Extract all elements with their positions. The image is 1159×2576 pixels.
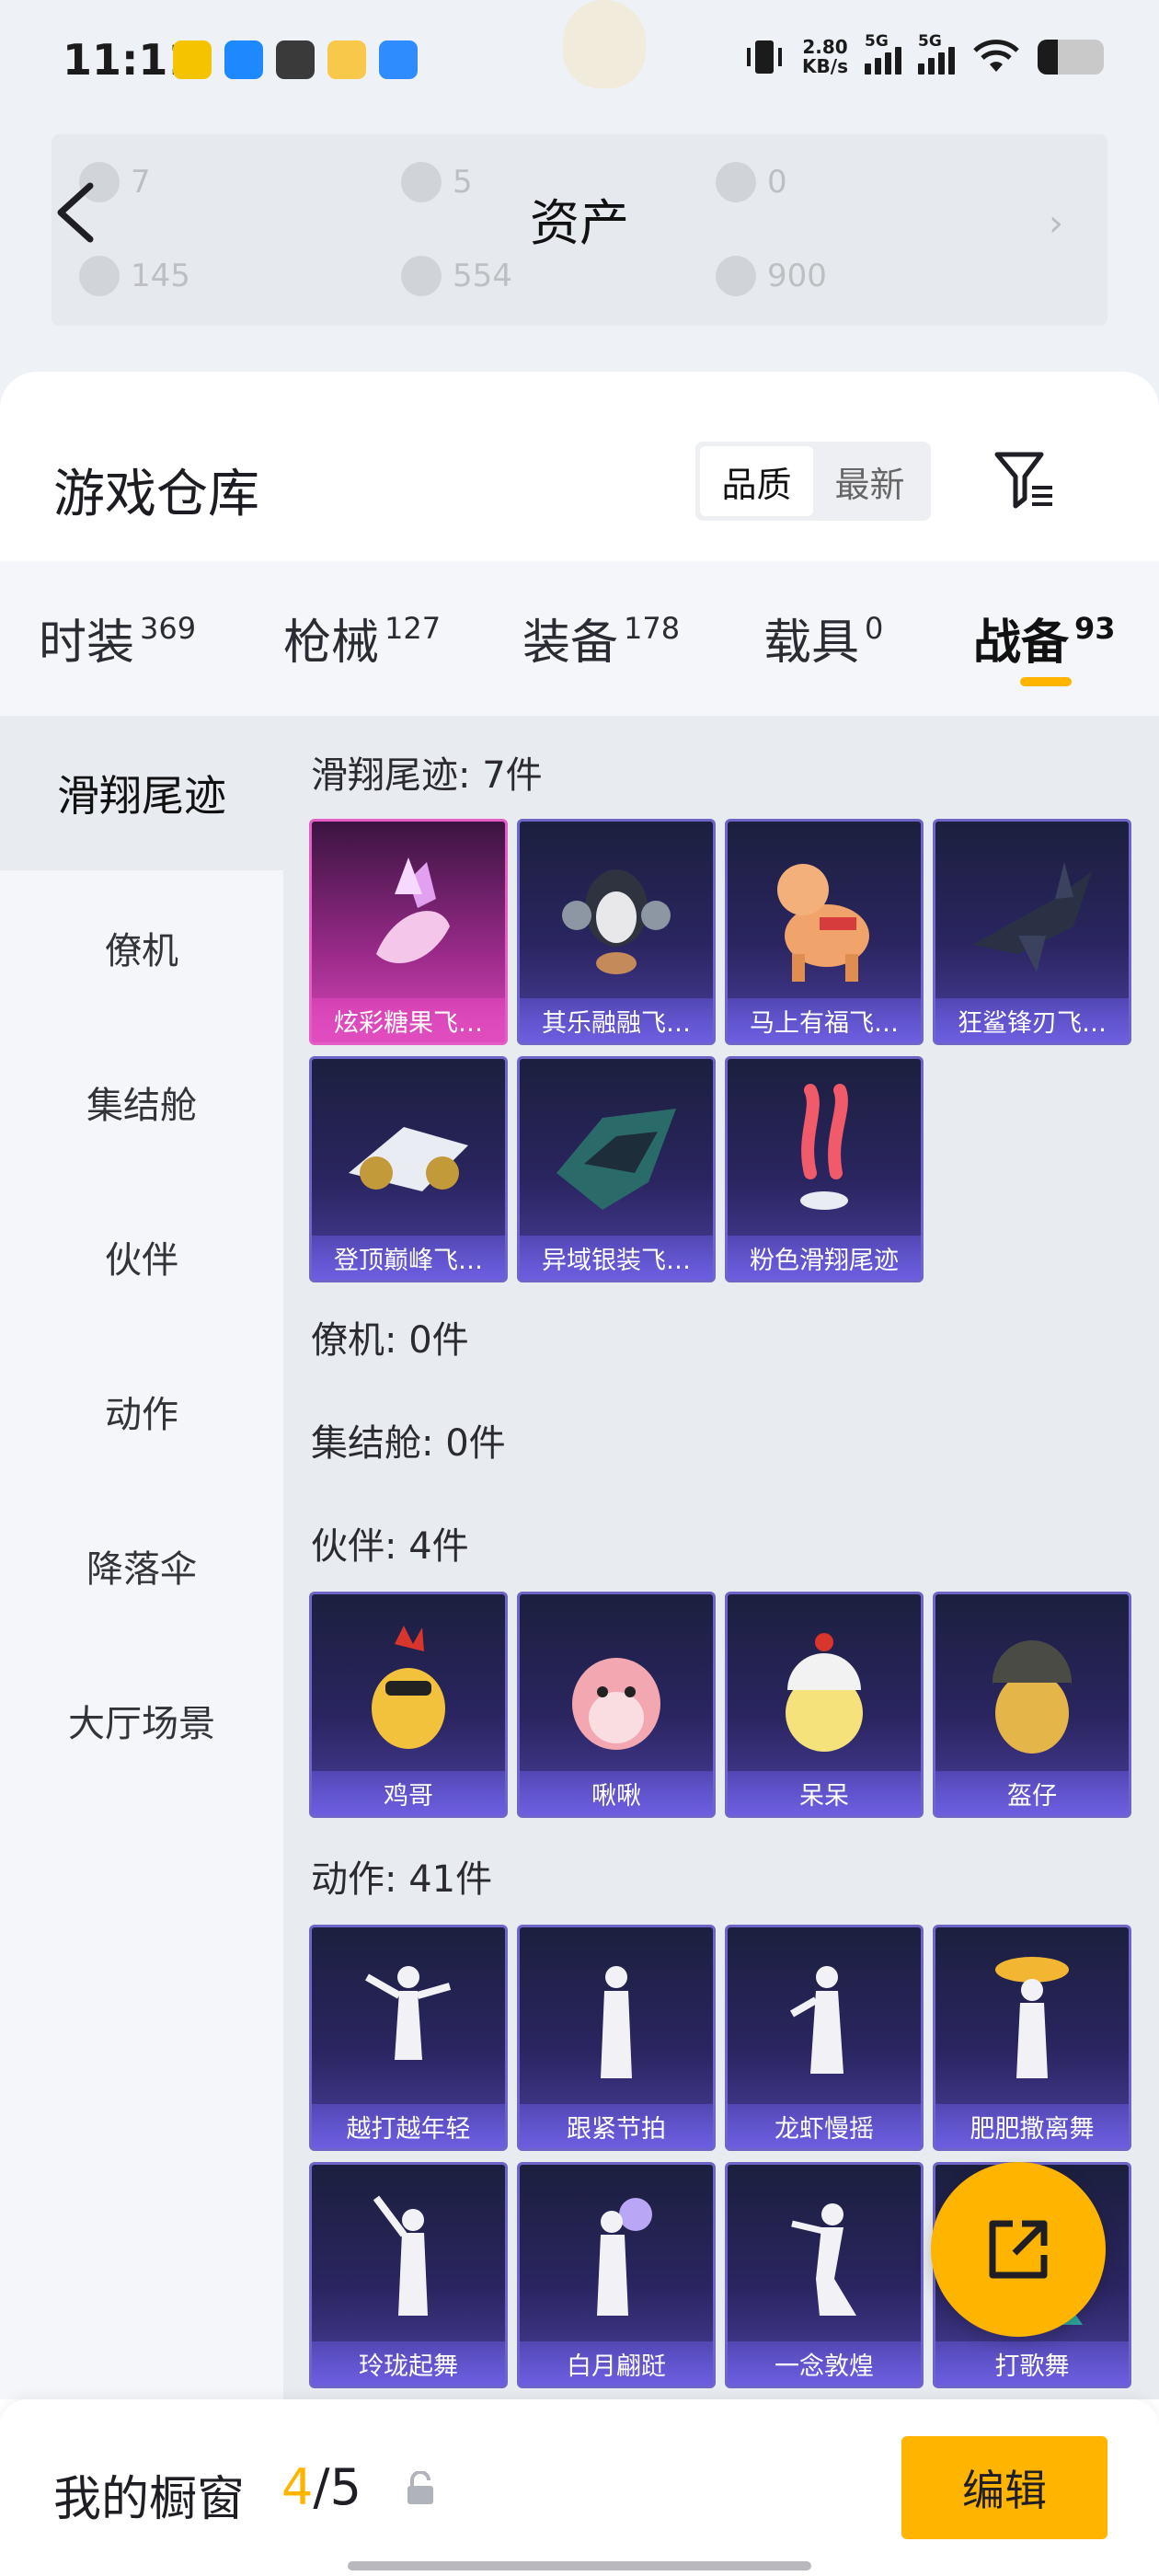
tab-weapons[interactable]: 枪械 127: [283, 604, 441, 673]
warehouse-title: 游戏仓库: [53, 465, 259, 524]
asset-item: 900: [716, 256, 827, 296]
item-card[interactable]: 呆呆: [725, 1592, 924, 1818]
filter-icon[interactable]: [990, 445, 1060, 515]
dance-emote-icon: [995, 1957, 1069, 2078]
notification-app-icons: [173, 40, 418, 79]
asset-item: 554: [401, 256, 512, 296]
group-title-capsule: 集结舱: 0件: [311, 1422, 506, 1465]
item-card[interactable]: 越打越年轻: [309, 1925, 508, 2151]
app-notification-icon: [379, 40, 418, 79]
group-title-partner: 伙伴: 4件: [311, 1525, 469, 1568]
summit-glider-icon: [349, 1127, 468, 1191]
sidebar-item-wingman[interactable]: 僚机: [0, 870, 283, 1025]
group-title-trail: 滑翔尾迹: 7件: [311, 754, 543, 797]
flame-decoration: [563, 0, 646, 88]
silver-glider-icon: [557, 1109, 676, 1210]
item-card[interactable]: 啾啾: [517, 1592, 716, 1818]
showcase-label: 我的橱窗: [53, 2472, 246, 2527]
edit-button[interactable]: 编辑: [901, 2436, 1107, 2539]
tab-fashion[interactable]: 时装 369: [39, 604, 196, 673]
home-indicator[interactable]: [348, 2561, 811, 2570]
dance-emote-icon: [601, 1966, 632, 2078]
horse-glider-icon: [777, 864, 869, 982]
item-card[interactable]: 粉色滑翔尾迹: [725, 1056, 924, 1282]
vibrate-icon: [747, 40, 783, 74]
lock-icon: [407, 2471, 433, 2504]
app-notification-icon: [327, 40, 366, 79]
group-title-wingman: 僚机: 0件: [311, 1319, 469, 1362]
tab-vehicles[interactable]: 载具 0: [763, 604, 883, 673]
signal-strength-icon: 5G: [918, 32, 955, 75]
item-card[interactable]: 盔仔: [933, 1592, 1131, 1818]
category-sidebar: 滑翔尾迹 僚机 集结舱 伙伴 动作 降落伞 大厅场景: [0, 716, 283, 2399]
item-card[interactable]: 登顶巅峰飞…: [309, 1056, 508, 1282]
app-notification-icon: [173, 40, 212, 79]
sidebar-item-glide-trail[interactable]: 滑翔尾迹: [0, 716, 283, 870]
item-card[interactable]: 龙虾慢摇: [725, 1925, 924, 2151]
item-card[interactable]: 一念敦煌: [725, 2162, 924, 2388]
network-speed: 2.80 KB/s: [802, 36, 848, 77]
dance-emote-icon: [373, 2195, 428, 2316]
helmet-chick-partner-icon: [993, 1640, 1072, 1754]
sidebar-item-capsule[interactable]: 集结舱: [0, 1025, 283, 1179]
active-tab-indicator: [1020, 677, 1072, 686]
item-card[interactable]: 炫彩糖果飞…: [309, 819, 508, 1045]
item-card[interactable]: 异域银装飞…: [517, 1056, 716, 1282]
category-tabs: 时装 369 枪械 127 装备 178 载具 0 战备 93: [0, 561, 1159, 716]
sidebar-item-lobby-scene[interactable]: 大厅场景: [0, 1643, 283, 1798]
pink-trail-icon: [800, 1084, 848, 1210]
share-button[interactable]: [931, 2162, 1106, 2337]
app-notification-icon: [276, 40, 315, 79]
chick-partner-icon: [786, 1633, 863, 1752]
item-list[interactable]: 滑翔尾迹: 7件 炫彩糖果飞… 其乐融融飞… 马上有福飞… 狂鲨锋刃飞… 登顶巅…: [283, 716, 1159, 2399]
group-title-emote: 动作: 41件: [311, 1858, 493, 1901]
sort-option-quality[interactable]: 品质: [700, 446, 813, 516]
dance-emote-icon: [791, 2203, 856, 2316]
shark-glider-icon: [972, 862, 1092, 972]
dance-emote-icon: [365, 1966, 452, 2060]
sidebar-item-parachute[interactable]: 降落伞: [0, 1489, 283, 1643]
dance-emote-icon: [597, 2198, 652, 2316]
item-card[interactable]: 肥肥撒离舞: [933, 1925, 1131, 2151]
penguin-glider-icon: [562, 869, 671, 974]
tab-equipment[interactable]: 装备 178: [522, 604, 680, 673]
chevron-right-icon[interactable]: ›: [1049, 202, 1063, 245]
showcase-bar: 我的橱窗 4/5 编辑: [0, 2399, 1159, 2576]
app-notification-icon: [224, 40, 263, 79]
page-title: 资产: [530, 194, 629, 252]
share-icon: [989, 2220, 1048, 2279]
item-card[interactable]: 马上有福飞…: [725, 819, 924, 1045]
item-card[interactable]: 玲珑起舞: [309, 2162, 508, 2388]
showcase-count: 4/5: [281, 2458, 361, 2516]
dance-emote-icon: [790, 1966, 843, 2074]
item-card[interactable]: 其乐融融飞…: [517, 819, 716, 1045]
bird-partner-icon: [572, 1658, 660, 1750]
item-card[interactable]: 狂鲨锋刃飞…: [933, 819, 1131, 1045]
signal-strength-icon: 5G: [865, 32, 901, 75]
tab-combat-gear[interactable]: 战备 93: [973, 604, 1116, 673]
item-card[interactable]: 跟紧节拍: [517, 1925, 716, 2151]
item-card[interactable]: 白月翩跹: [517, 2162, 716, 2388]
rooster-partner-icon: [372, 1626, 445, 1749]
sort-toggle[interactable]: 品质 最新: [695, 442, 931, 521]
battery-icon: [1038, 40, 1104, 75]
candy-glider-icon: [376, 857, 450, 963]
sidebar-item-partner[interactable]: 伙伴: [0, 1179, 283, 1334]
sidebar-item-emote[interactable]: 动作: [0, 1334, 283, 1489]
wifi-icon: [973, 40, 1019, 72]
item-card[interactable]: 鸡哥: [309, 1592, 508, 1818]
asset-item: 145: [79, 256, 190, 296]
sort-option-latest[interactable]: 最新: [813, 446, 926, 516]
